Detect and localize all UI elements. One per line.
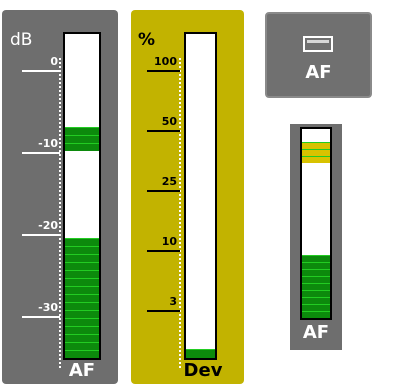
peak-segment <box>302 142 330 149</box>
level-segment <box>65 294 99 302</box>
scale-tick <box>147 70 180 72</box>
level-segment <box>302 262 330 269</box>
af-button-label: AF <box>305 62 332 83</box>
scale-tick-label: 100 <box>154 55 177 68</box>
level-segment <box>302 311 330 318</box>
level-segment <box>65 278 99 286</box>
scale-tick <box>147 130 180 132</box>
scale-tick-label: 10 <box>161 235 177 248</box>
dev-level-bar <box>184 32 217 360</box>
scale-tick <box>22 152 60 154</box>
peak-segment <box>65 135 99 143</box>
af-meter-panel: dB 0 -10 -20 -30 AF <box>2 10 118 384</box>
scale-tick-label: -10 <box>38 137 58 150</box>
level-segment <box>186 349 215 358</box>
level-segment <box>65 238 99 246</box>
dev-meter-panel: % 100 50 25 10 3 Dev <box>131 10 244 384</box>
scale-tick <box>22 234 60 236</box>
scale-tick <box>147 190 180 192</box>
level-segment <box>65 286 99 294</box>
level-segment <box>302 297 330 304</box>
af-scale-line <box>59 58 61 368</box>
small-af-meter: AF <box>290 124 342 350</box>
small-af-meter-label: AF <box>302 322 330 343</box>
af-level-bar <box>63 32 101 360</box>
peak-segment <box>65 127 99 135</box>
scale-tick-label: -30 <box>38 301 58 314</box>
level-segment <box>302 269 330 276</box>
dev-scale-line <box>179 58 181 368</box>
level-segment <box>302 276 330 283</box>
dev-unit-label: % <box>138 30 156 50</box>
level-segment <box>65 342 99 350</box>
peak-segment <box>302 149 330 156</box>
peak-segment <box>65 143 99 151</box>
scale-tick-label: 50 <box>161 115 177 128</box>
level-segment <box>65 334 99 342</box>
level-segment <box>302 255 330 262</box>
level-segment <box>65 246 99 254</box>
level-segment <box>65 318 99 326</box>
level-segment <box>65 310 99 318</box>
scale-tick-label: 25 <box>161 175 177 188</box>
level-segment <box>302 283 330 290</box>
window-icon <box>303 36 333 52</box>
level-segment <box>65 326 99 334</box>
scale-tick <box>22 316 60 318</box>
level-segment <box>302 304 330 311</box>
level-segment <box>65 350 99 358</box>
scale-tick <box>22 70 60 72</box>
af-meter-label: AF <box>68 360 96 381</box>
af-unit-label: dB <box>10 30 33 50</box>
scale-tick <box>147 310 180 312</box>
level-segment <box>65 262 99 270</box>
scale-tick-label: -20 <box>38 219 58 232</box>
dev-meter-label: Dev <box>183 360 223 381</box>
level-segment <box>65 270 99 278</box>
af-select-button[interactable]: AF <box>265 12 372 98</box>
level-segment <box>302 290 330 297</box>
peak-segment <box>302 156 330 163</box>
scale-tick-label: 0 <box>50 55 58 68</box>
level-segment <box>65 302 99 310</box>
scale-tick <box>147 250 180 252</box>
level-segment <box>65 254 99 262</box>
small-af-level-bar <box>300 127 332 320</box>
scale-tick-label: 3 <box>169 295 177 308</box>
